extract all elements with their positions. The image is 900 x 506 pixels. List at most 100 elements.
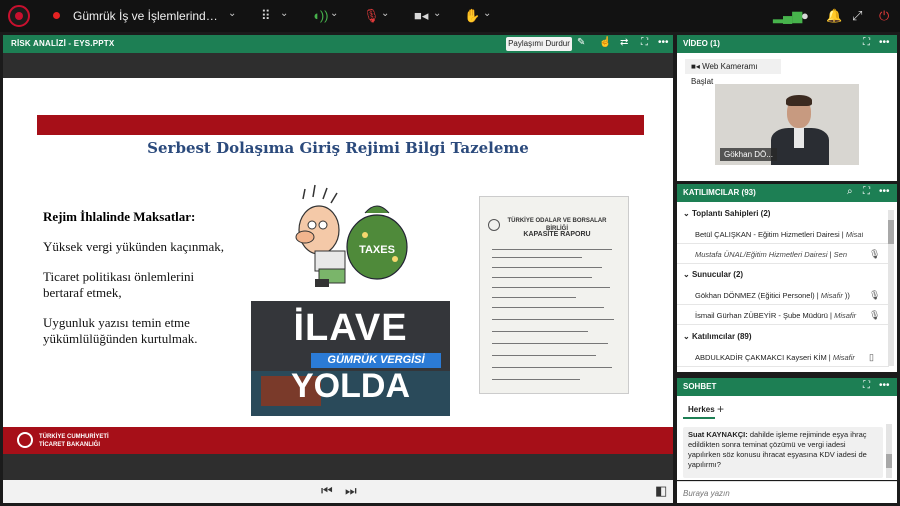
fullscreen-icon[interactable]: ⛶ bbox=[641, 37, 648, 48]
chevron-down-icon[interactable]: ⌄ bbox=[330, 8, 338, 19]
chevron-down-icon[interactable]: ⌄ bbox=[483, 8, 491, 19]
fullscreen-icon[interactable]: ⤢ bbox=[852, 8, 862, 24]
participant-group-attendees[interactable]: ⌄ Katılımcılar (89) bbox=[683, 332, 752, 341]
more-options-icon[interactable]: ••• bbox=[879, 186, 890, 197]
presentation-title: RİSK ANALİZİ - EYS.PPTX bbox=[11, 39, 115, 48]
more-options-icon[interactable]: ••• bbox=[879, 37, 890, 48]
chat-panel: Herkes + Suat KAYNAKÇI: dahilde işleme r… bbox=[677, 396, 897, 480]
sync-icon[interactable]: ⇄ bbox=[620, 37, 628, 48]
document-line bbox=[492, 267, 602, 268]
document-line bbox=[492, 319, 614, 320]
participants-title-text: KATILIMCILAR bbox=[683, 188, 740, 197]
stop-share-button[interactable]: Paylaşımı Durdur bbox=[506, 37, 572, 51]
add-tab-icon[interactable]: + bbox=[717, 402, 724, 416]
muted-microphone-icon[interactable]: 🎙 bbox=[869, 310, 880, 321]
more-options-icon[interactable]: ••• bbox=[879, 380, 890, 391]
banner-line1: İLAVE bbox=[293, 307, 408, 349]
chevron-down-icon[interactable]: ⌄ bbox=[280, 8, 288, 19]
video-tile[interactable]: Gökhan DÖ... bbox=[715, 84, 859, 165]
footer-text: TÜRKİYE CUMHURİYETİ TİCARET BAKANLIĞI bbox=[39, 433, 109, 449]
person-hair bbox=[786, 95, 812, 106]
next-slide-icon[interactable]: ⏭ bbox=[345, 483, 357, 499]
search-icon[interactable]: ⌕ bbox=[847, 186, 853, 197]
fullscreen-icon[interactable]: ⛶ bbox=[863, 37, 870, 48]
muted-microphone-icon[interactable]: 🎙 bbox=[869, 249, 880, 260]
chevron-down-icon[interactable]: ⌄ bbox=[228, 8, 236, 19]
more-options-icon[interactable]: ••• bbox=[658, 37, 669, 48]
document-line bbox=[492, 277, 592, 278]
participant-name-text: Betül ÇALIŞKAN - Eğitim Hizmetleri Daire… bbox=[695, 230, 840, 239]
recording-dot bbox=[53, 12, 60, 19]
participant-name: Gökhan DÖNMEZ (Eğitici Personel) | Misaf… bbox=[695, 291, 850, 300]
muted-microphone-icon[interactable]: 🎙 bbox=[363, 8, 380, 24]
video-tile-name: Gökhan DÖ... bbox=[720, 148, 777, 161]
presentation-header: RİSK ANALİZİ - EYS.PPTX Paylaşımı Durdur… bbox=[3, 35, 673, 53]
previous-slide-icon[interactable]: ⏮ bbox=[321, 483, 333, 499]
participant-group-label: Toplantı Sahipleri (2) bbox=[691, 209, 771, 218]
document-line bbox=[492, 307, 604, 308]
sidebar-toggle-icon[interactable]: ◧ bbox=[655, 483, 667, 499]
participant-status: Misafir bbox=[820, 291, 843, 300]
participants-count: (93) bbox=[741, 188, 756, 197]
participant-group-presenters[interactable]: ⌄ Sunucular (2) bbox=[683, 270, 743, 279]
chevron-down-icon[interactable]: ⌄ bbox=[433, 8, 441, 19]
signal-icon[interactable]: ▂▄▆ bbox=[773, 8, 802, 24]
participant-row[interactable]: Betül ÇALIŞKAN - Eğitim Hizmetleri Daire… bbox=[677, 225, 889, 244]
document-line bbox=[492, 257, 582, 258]
participant-row[interactable]: Gökhan DÖNMEZ (Eğitici Personel) | Misaf… bbox=[677, 286, 889, 305]
participant-name: Betül ÇALIŞKAN - Eğitim Hizmetleri Daire… bbox=[695, 230, 863, 239]
chat-message: Suat KAYNAKÇI: dahilde işleme rejiminde … bbox=[683, 427, 883, 478]
slide-footer-bar: TÜRKİYE CUMHURİYETİ TİCARET BAKANLIĞI bbox=[3, 427, 673, 454]
video-panel: ■◂ Web Kameramı Başlat Gökhan DÖ... bbox=[677, 53, 897, 181]
chat-panel-header: SOHBET ⛶ ••• bbox=[677, 378, 897, 396]
pen-icon[interactable]: ✎ bbox=[577, 37, 585, 48]
ministry-logo bbox=[17, 432, 33, 448]
participant-name-text: İsmail Gürhan ZÜBEYİR - Şube Müdürü bbox=[695, 311, 828, 320]
banner-line3: YOLDA bbox=[291, 367, 410, 405]
footer-line: TİCARET BAKANLIĞI bbox=[39, 442, 100, 448]
document-line bbox=[492, 249, 612, 250]
participant-status: Misafir bbox=[832, 353, 855, 362]
start-webcam-button[interactable]: ■◂ Web Kameramı Başlat bbox=[685, 59, 781, 86]
bell-icon[interactable]: 🔔 bbox=[826, 8, 842, 24]
pointer-icon[interactable]: ☝ bbox=[599, 37, 611, 48]
document-line bbox=[492, 379, 580, 380]
slide-top-band bbox=[3, 53, 673, 78]
participants-panel-header: KATILIMCILAR (93) ⌕ ⛶ ••• bbox=[677, 184, 897, 202]
user-icon[interactable]: ● bbox=[801, 8, 809, 23]
participant-name: Mustafa ÜNAL/Eğitim Hizmetleri Dairesi |… bbox=[695, 250, 848, 259]
participant-row[interactable]: İsmail Gürhan ZÜBEYİR - Şube Müdürü | Mi… bbox=[677, 306, 889, 325]
raise-hand-icon[interactable]: ✋ bbox=[464, 8, 480, 24]
chat-input[interactable] bbox=[683, 486, 883, 500]
participants-scrollbar[interactable] bbox=[888, 210, 894, 366]
fullscreen-icon[interactable]: ⛶ bbox=[863, 186, 870, 197]
active-tab-indicator bbox=[683, 417, 715, 419]
power-icon[interactable]: ⏻ bbox=[879, 8, 889, 24]
chat-scrollbar[interactable] bbox=[886, 424, 892, 478]
document-line bbox=[492, 297, 576, 298]
meeting-title[interactable]: Gümrük İş ve İşlemlerinde Kaçak... bbox=[73, 9, 223, 23]
grid-icon[interactable]: ⠿ bbox=[261, 8, 271, 24]
fullscreen-icon[interactable]: ⛶ bbox=[863, 380, 870, 391]
participant-group-hosts[interactable]: ⌄ Toplantı Sahipleri (2) bbox=[683, 209, 770, 218]
phone-icon: ▯ bbox=[869, 352, 874, 362]
chat-tab-everyone[interactable]: Herkes bbox=[688, 405, 715, 414]
camera-icon[interactable]: ■◂ bbox=[414, 8, 428, 24]
document-line bbox=[492, 343, 608, 344]
video-panel-header: VİDEO (1) ⛶ ••• bbox=[677, 35, 897, 53]
slide-subhead: Rejim İhlalinde Maksatlar: bbox=[43, 209, 196, 224]
person-shirt bbox=[794, 128, 804, 148]
participant-row[interactable]: Mustafa ÜNAL/Eğitim Hizmetleri Dairesi |… bbox=[677, 245, 889, 264]
microphone-icon[interactable]: ◖)) bbox=[312, 8, 329, 23]
participant-row[interactable]: ABDULKADİR ÇAKMAKCI Kayseri KİM | Misafi… bbox=[677, 348, 889, 367]
chat-message-sender: Suat KAYNAKÇI: bbox=[688, 430, 748, 439]
taxes-cartoon-image: TAXES bbox=[295, 184, 408, 287]
chat-scroll-thumb[interactable] bbox=[886, 454, 892, 468]
participant-status: Sen bbox=[833, 250, 848, 259]
participant-name-text: Gökhan DÖNMEZ (Eğitici Personel) bbox=[695, 291, 815, 300]
video-panel-title: VİDEO (1) bbox=[683, 39, 720, 48]
microphone-icon[interactable]: 🎙 bbox=[869, 290, 880, 301]
participants-scroll-thumb[interactable] bbox=[888, 220, 894, 244]
chevron-down-icon[interactable]: ⌄ bbox=[381, 8, 389, 19]
participant-name: ABDULKADİR ÇAKMAKCI Kayseri KİM | Misafi… bbox=[695, 353, 855, 362]
